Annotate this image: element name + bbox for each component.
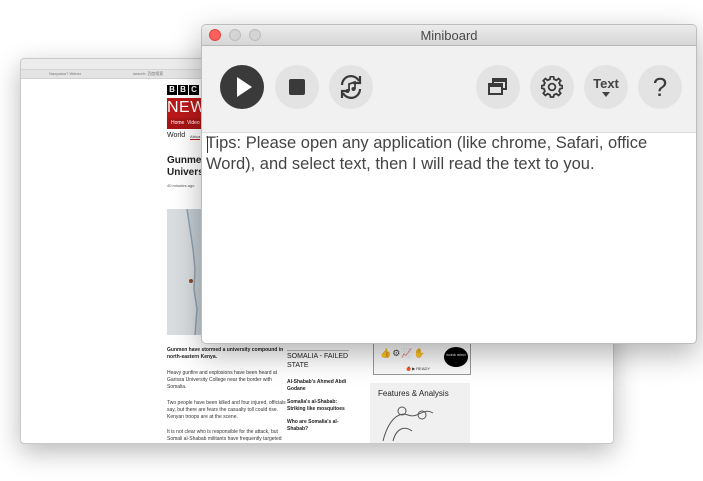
bbc-logo: B B C: [167, 85, 199, 95]
features-title: Features & Analysis: [378, 389, 449, 398]
nav-item-home[interactable]: Home: [171, 120, 184, 126]
advert-ready-label: 🍎 ▶ READY: [406, 366, 431, 371]
windows-button[interactable]: [476, 65, 520, 109]
title-bar[interactable]: Miniboard: [202, 25, 696, 46]
play-icon: [220, 65, 264, 109]
settings-button[interactable]: [530, 65, 574, 109]
stop-icon: [289, 79, 305, 95]
help-button[interactable]: ?: [638, 65, 682, 109]
advert-logo: icons mind: [444, 347, 468, 367]
article-paragraph: It is not clear who is responsible for t…: [167, 429, 282, 442]
article-paragraph: Gunmen have stormed a university compoun…: [167, 347, 284, 360]
text-area[interactable]: Tips: Please open any application (like …: [202, 133, 696, 343]
repeat-button[interactable]: [329, 65, 373, 109]
nav-item-video[interactable]: Video: [187, 120, 200, 126]
related-link[interactable]: Al-Shabab's Ahmed Abdi Godane: [287, 379, 351, 393]
section-label[interactable]: World: [167, 132, 185, 139]
bbc-letter: B: [178, 85, 188, 95]
features-illustration: [382, 406, 434, 442]
browser-tab[interactable]: search: 百度搜索: [133, 71, 163, 77]
advert-box[interactable]: 👍⚙📈✋ 🍎 ▶ READY icons mind: [373, 343, 471, 375]
bbc-letter: C: [189, 85, 199, 95]
windows-icon: [488, 78, 507, 95]
article-paragraph: Two people have been killed and four inj…: [167, 400, 286, 420]
browser-tab[interactable]: Nazywiso? Weber: [49, 71, 81, 76]
miniboard-toolbar: Text ?: [202, 46, 696, 133]
caret-down-icon: [602, 92, 610, 97]
gear-icon: [541, 76, 563, 98]
bbc-letter: B: [167, 85, 177, 95]
advert-icons: 👍⚙📈✋: [380, 348, 426, 358]
article-timestamp: 40 minutes ago: [167, 183, 195, 188]
help-label: ?: [652, 72, 668, 102]
related-link[interactable]: Somalia's al-Shabab: Striking like mosqu…: [287, 399, 351, 413]
tips-text[interactable]: Tips: Please open any application (like …: [206, 133, 690, 175]
miniboard-window: Miniboard Text ? Tips: Please open any a…: [201, 24, 697, 344]
stop-button[interactable]: [275, 65, 319, 109]
text-mode-label: Text: [593, 76, 619, 91]
kenya-map-image: [167, 209, 202, 335]
section-sub-label[interactable]: Africa: [190, 134, 201, 140]
text-mode-button[interactable]: Text: [584, 65, 628, 109]
repeat-music-icon: [340, 75, 362, 99]
features-analysis-box[interactable]: Features & Analysis: [370, 383, 470, 443]
related-section-title: SOMALIA - FAILED STATE: [287, 350, 349, 370]
related-link[interactable]: Who are Somalia's al-Shabab?: [287, 419, 351, 433]
play-button[interactable]: [220, 65, 264, 109]
window-title: Miniboard: [420, 28, 478, 43]
article-paragraph: Heavy gunfire and explosions have been h…: [167, 370, 278, 390]
